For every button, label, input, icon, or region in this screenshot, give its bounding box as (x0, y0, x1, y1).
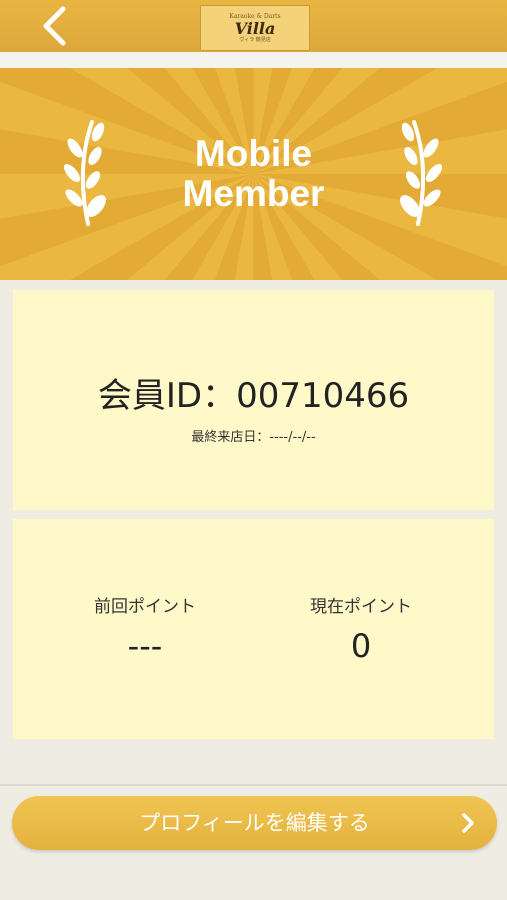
top-bar: Karaoke & Darts Villa ヴィラ 鶴見店 (0, 0, 507, 52)
member-hero-banner: Mobile Member (0, 68, 507, 280)
logo-brand: Villa (234, 19, 276, 38)
points-card: 前回ポイント --- 現在ポイント 0 (13, 519, 494, 739)
villa-logo: Karaoke & Darts Villa ヴィラ 鶴見店 (200, 5, 310, 51)
chevron-right-icon (462, 813, 474, 833)
member-id: 会員ID：00710466 (97, 376, 410, 416)
footer-divider (0, 784, 507, 786)
last-visit-date: 最終来店日：----/--/-- (191, 430, 316, 445)
current-points-label: 現在ポイント (310, 597, 412, 617)
current-points-value: 0 (350, 627, 372, 665)
edit-profile-label: プロフィールを編集する (139, 811, 370, 835)
header-divider (0, 52, 507, 68)
previous-points-label: 前回ポイント (94, 597, 196, 617)
laurel-right-icon (400, 120, 443, 226)
edit-profile-button[interactable]: プロフィールを編集する (12, 796, 497, 850)
chevron-left-icon (43, 6, 66, 46)
logo-sub-text: ヴィラ 鶴見店 (239, 37, 271, 43)
previous-points-value: --- (127, 627, 163, 665)
member-id-card: 会員ID：00710466 最終来店日：----/--/-- (13, 290, 494, 510)
back-button[interactable] (32, 4, 76, 48)
